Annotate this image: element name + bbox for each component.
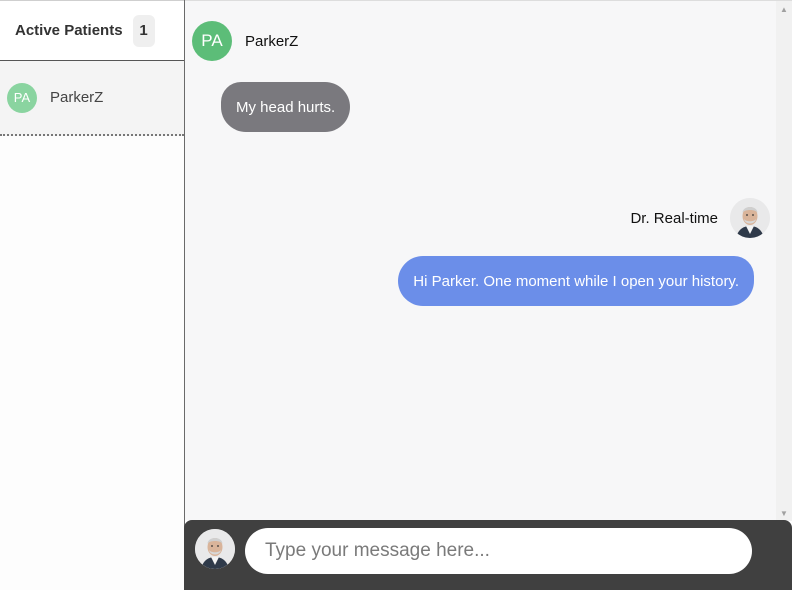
sidebar-header: Active Patients 1 bbox=[0, 0, 184, 61]
sidebar: Active Patients 1 PA ParkerZ bbox=[0, 0, 185, 590]
incoming-message-header: PA ParkerZ bbox=[192, 21, 298, 61]
message-composer bbox=[184, 520, 792, 590]
patient-avatar: PA bbox=[7, 82, 37, 113]
scroll-down-arrow-icon[interactable]: ▼ bbox=[776, 505, 792, 521]
sidebar-title: Active Patients bbox=[15, 22, 123, 39]
chat-scrollbar[interactable]: ▲ ▼ bbox=[776, 1, 792, 521]
outgoing-message-bubble: Hi Parker. One moment while I open your … bbox=[398, 256, 754, 306]
doctor-avatar-icon bbox=[730, 198, 770, 238]
scroll-up-arrow-icon[interactable]: ▲ bbox=[776, 1, 792, 17]
active-count-badge: 1 bbox=[132, 14, 155, 47]
incoming-sender-name: ParkerZ bbox=[245, 32, 299, 50]
patient-name: ParkerZ bbox=[50, 89, 104, 106]
chat-panel: PA ParkerZ My head hurts. Dr. Real-time … bbox=[185, 0, 792, 521]
doctor-avatar-icon bbox=[195, 529, 235, 569]
message-input[interactable] bbox=[245, 528, 752, 574]
outgoing-message-header: Dr. Real-time bbox=[630, 198, 770, 238]
outgoing-sender-name: Dr. Real-time bbox=[630, 209, 718, 227]
patient-list-item[interactable]: PA ParkerZ bbox=[0, 61, 184, 136]
patient-chat-avatar: PA bbox=[192, 21, 232, 61]
incoming-message-bubble: My head hurts. bbox=[221, 82, 351, 132]
